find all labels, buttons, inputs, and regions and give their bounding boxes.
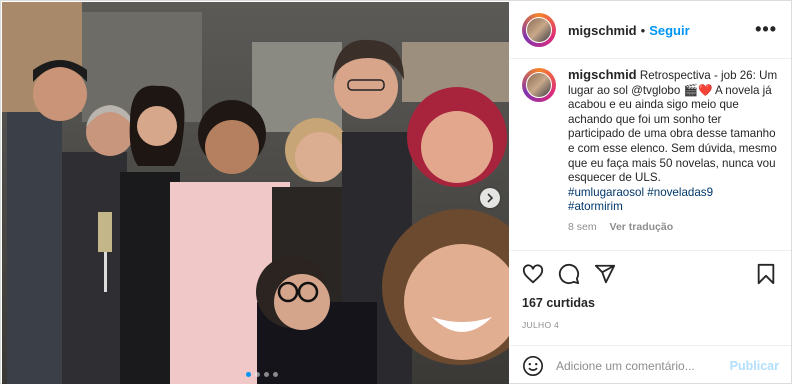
publish-button[interactable]: Publicar (730, 359, 779, 373)
post-photo[interactable] (2, 2, 509, 384)
hashtag-link[interactable]: #atormirim (568, 200, 623, 213)
likes-count[interactable]: 167 curtidas (522, 296, 595, 310)
save-button[interactable] (755, 263, 777, 285)
hashtags: #umlugaraosol #noveladas9 #atormirim (568, 186, 780, 215)
see-translation-button[interactable]: Ver tradução (610, 221, 674, 233)
caption-body: migschmid Retrospectiva - job 26: Um lug… (568, 67, 780, 235)
instagram-post: migschmid • Seguir ••• migschmid Retrosp… (0, 0, 792, 384)
comment-button[interactable] (558, 263, 580, 285)
comment-icon (558, 263, 580, 285)
action-bar (510, 250, 791, 285)
hashtag-link[interactable]: #umlugaraosol (568, 186, 644, 199)
group-selfie-image (2, 2, 509, 384)
caption-meta: 8 sem Ver tradução (568, 220, 780, 235)
caption: migschmid Retrospectiva - job 26: Um lug… (522, 67, 780, 235)
carousel-dot (246, 372, 251, 377)
caption-text: Retrospectiva - job 26: Um lugar ao sol … (568, 69, 778, 185)
comment-bar: Publicar (510, 345, 791, 385)
comment-input[interactable] (554, 357, 728, 374)
carousel-dot (264, 372, 269, 377)
bookmark-icon (757, 263, 775, 285)
chevron-right-icon (487, 193, 494, 203)
avatar[interactable] (522, 13, 556, 47)
separator-dot: • (640, 22, 646, 38)
more-options-icon[interactable]: ••• (755, 20, 777, 38)
action-buttons (522, 263, 616, 285)
username[interactable]: migschmid (568, 23, 637, 38)
avatar-image (526, 72, 552, 98)
avatar-image (526, 17, 552, 43)
caption-username[interactable]: migschmid (568, 67, 637, 82)
heart-icon (522, 264, 544, 284)
follow-button[interactable]: Seguir (649, 23, 689, 38)
carousel-indicator (246, 372, 278, 377)
post-sidebar: migschmid • Seguir ••• migschmid Retrosp… (510, 2, 791, 384)
share-button[interactable] (594, 263, 616, 285)
post-date: JULHO 4 (522, 320, 560, 330)
share-icon (594, 264, 616, 284)
post-age: 8 sem (568, 220, 597, 233)
carousel-dot (255, 372, 260, 377)
like-button[interactable] (522, 263, 544, 285)
carousel-dot (273, 372, 278, 377)
post-header: migschmid • Seguir ••• (510, 2, 791, 59)
caption-avatar[interactable] (522, 68, 556, 102)
hashtag-link[interactable]: #noveladas9 (647, 186, 713, 199)
emoji-icon[interactable] (522, 355, 544, 377)
carousel-next-button[interactable] (480, 188, 500, 208)
